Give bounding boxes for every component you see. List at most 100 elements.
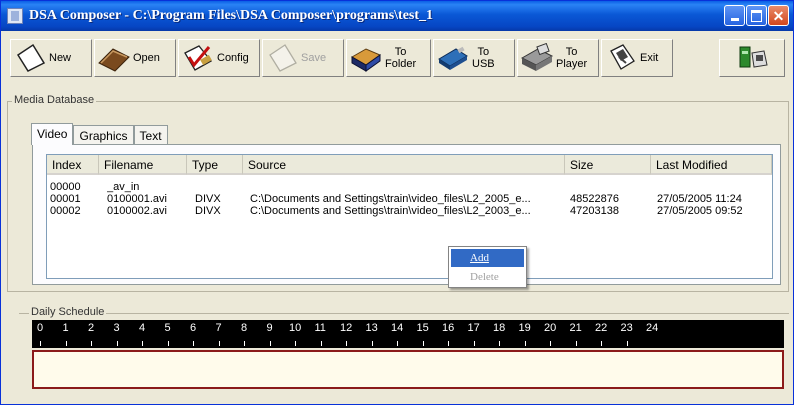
hour-tick [167, 341, 169, 346]
cell-type: DIVX [195, 205, 221, 217]
exit-button[interactable]: Exit [601, 39, 673, 77]
to-player-button[interactable]: To Player [517, 39, 599, 77]
menu-item-add[interactable]: Add [451, 249, 524, 267]
hour-label: 19 [518, 322, 531, 334]
usb-drive-icon [436, 43, 470, 73]
cell-index: 00001 [50, 193, 81, 205]
new-document-icon [13, 43, 47, 73]
menu-item-add-label: Add [470, 252, 489, 264]
hour-tick [448, 341, 449, 346]
hour-label: 17 [467, 322, 480, 334]
hour-label: 14 [391, 322, 404, 334]
minimize-button[interactable] [724, 5, 745, 26]
save-button[interactable]: Save [262, 39, 344, 77]
hour-tick [397, 341, 398, 346]
hour-label: 10 [289, 322, 302, 334]
hour-label: 16 [442, 322, 455, 334]
media-tabs: Video Graphics Text [31, 123, 168, 145]
hour-tick [346, 341, 347, 346]
hour-tick [142, 341, 143, 346]
hour-label: 21 [569, 322, 582, 334]
toolbar: New Open Config Save To Folder To USB To… [5, 35, 791, 85]
network-computer-icon [736, 43, 770, 73]
hour-label: 12 [340, 322, 353, 334]
hour-tick [91, 341, 92, 346]
tab-text[interactable]: Text [133, 125, 168, 144]
column-source[interactable]: Source [243, 155, 565, 175]
save-icon [265, 43, 299, 73]
menu-item-delete[interactable]: Delete [451, 268, 524, 286]
hour-label: 0 [37, 322, 44, 334]
hour-tick [575, 341, 577, 346]
schedule-timeline[interactable]: 0 1 2 3 4 5 6 7 8 9 10 11 12 13 14 15 16 17 18 19 20 21 22 23 24 [32, 320, 784, 348]
hour-label: 6 [190, 322, 197, 334]
hour-tick [499, 341, 500, 346]
hour-label: 15 [416, 322, 429, 334]
hour-tick [422, 341, 424, 346]
cell-source: C:\Documents and Settings\train\video_fi… [250, 193, 531, 205]
hour-label: 13 [365, 322, 378, 334]
cell-source: C:\Documents and Settings\train\video_fi… [250, 205, 531, 217]
context-menu: Add Delete [448, 246, 527, 288]
network-button[interactable] [719, 39, 785, 77]
media-database-title: Media Database [12, 94, 97, 106]
cell-filename: 0100001.avi [107, 193, 167, 205]
table-row[interactable]: 00002 0100002.avi DIVX C:\Documents and … [47, 205, 772, 217]
hour-tick [244, 341, 245, 346]
cell-modified: 27/05/2005 09:52 [657, 205, 743, 217]
hour-label: 9 [266, 322, 273, 334]
hour-tick [524, 341, 526, 346]
cell-size: 48522876 [570, 193, 619, 205]
hour-tick [473, 341, 475, 346]
hour-label: 23 [620, 322, 633, 334]
hour-label: 3 [113, 322, 120, 334]
folder-icon [349, 43, 383, 73]
checklist-icon [181, 43, 215, 73]
cell-index: 00002 [50, 205, 81, 217]
hour-label: 2 [88, 322, 95, 334]
to-folder-button[interactable]: To Folder [346, 39, 431, 77]
hour-tick [320, 341, 322, 346]
column-last-modified[interactable]: Last Modified [651, 155, 772, 175]
hour-tick [65, 341, 67, 346]
to-usb-button[interactable]: To USB [433, 39, 515, 77]
hour-tick [218, 341, 220, 346]
column-filename[interactable]: Filename [99, 155, 187, 175]
table-row[interactable]: 00000 _av_in [47, 181, 772, 193]
hour-tick [371, 341, 373, 346]
app-icon[interactable] [7, 8, 23, 24]
maximize-button[interactable] [746, 5, 767, 26]
menu-item-delete-label: Delete [470, 271, 499, 283]
hour-tick [626, 341, 628, 346]
cell-size: 47203138 [570, 205, 619, 217]
hour-label: 11 [314, 322, 326, 334]
hour-tick [269, 341, 271, 346]
close-icon: ✕ [772, 7, 785, 24]
hour-label: 20 [544, 322, 557, 334]
cell-filename: 0100002.avi [107, 205, 167, 217]
table-row[interactable]: 00001 0100001.avi DIVX C:\Documents and … [47, 193, 772, 205]
hour-tick [40, 341, 41, 346]
cell-type: DIVX [195, 193, 221, 205]
hour-label: 22 [595, 322, 608, 334]
config-button[interactable]: Config [178, 39, 260, 77]
tab-video[interactable]: Video [31, 123, 74, 145]
column-type[interactable]: Type [187, 155, 243, 175]
new-button[interactable]: New [10, 39, 92, 77]
schedule-track[interactable] [32, 350, 784, 389]
title-bar[interactable]: DSA Composer - C:\Program Files\DSA Comp… [1, 1, 793, 31]
list-header: Index Filename Type Source Size Last Mod… [47, 155, 772, 175]
cell-index: 00000 [50, 181, 81, 193]
hour-tick [601, 341, 602, 346]
media-list[interactable]: Index Filename Type Source Size Last Mod… [46, 154, 773, 279]
column-index[interactable]: Index [47, 155, 99, 175]
cell-filename: _av_in [107, 181, 140, 193]
close-button[interactable]: ✕ [768, 5, 789, 26]
hour-label: 5 [164, 322, 171, 334]
open-button[interactable]: Open [94, 39, 176, 77]
open-book-icon [97, 43, 131, 73]
player-icon [520, 42, 554, 73]
tab-graphics[interactable]: Graphics [73, 125, 134, 144]
column-size[interactable]: Size [565, 155, 651, 175]
main-window: DSA Composer - C:\Program Files\DSA Comp… [0, 0, 794, 405]
